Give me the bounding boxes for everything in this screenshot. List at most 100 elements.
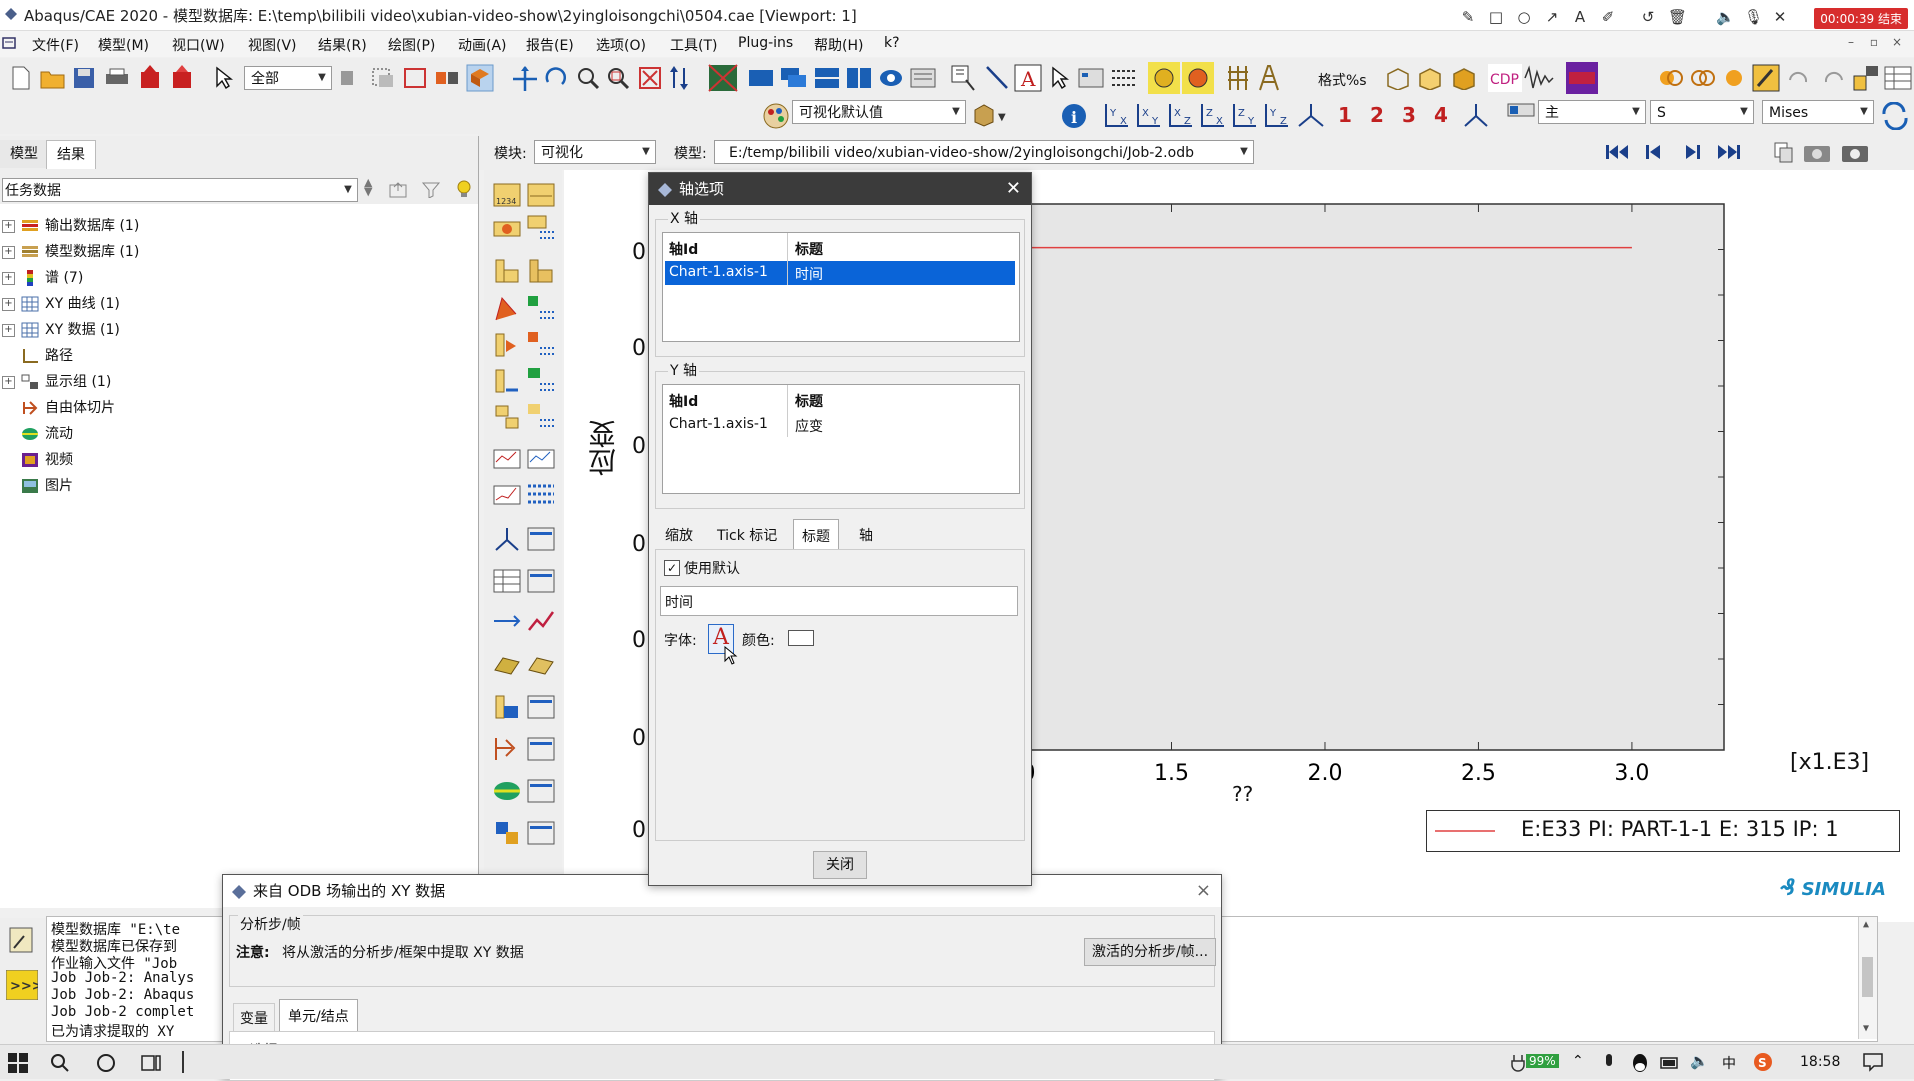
annotation-manager-icon[interactable] [1078, 66, 1104, 90]
viewport-annotation-icon[interactable] [878, 66, 904, 90]
legend-icon[interactable] [910, 66, 936, 90]
trash-icon[interactable]: 🗑 [1668, 9, 1687, 25]
tree-item-streams[interactable]: 流动 [21, 422, 73, 446]
tree-item-xy-curves[interactable]: + XY 曲线 (1) [2, 292, 120, 316]
new-file-icon[interactable] [10, 66, 32, 90]
selection-filter-combo[interactable]: 全部 ▼ [244, 66, 332, 90]
tab-axis[interactable]: 轴 [855, 523, 877, 547]
view-zx-icon[interactable]: XZ [1166, 102, 1196, 130]
menu-view[interactable]: 视图(V) [248, 35, 297, 55]
xy-data-manager-icon[interactable] [526, 366, 556, 396]
view-cut-manager-icon[interactable] [526, 818, 556, 848]
plot-symbols-icon[interactable] [526, 214, 556, 244]
plot-material-orientations-icon[interactable] [492, 256, 522, 286]
battery-percent[interactable]: 99% [1526, 1054, 1559, 1068]
plot-deformed-icon[interactable] [526, 180, 556, 210]
list-options-icon[interactable] [1110, 66, 1138, 90]
primary-variable-combo[interactable]: 主 ▼ [1538, 100, 1646, 124]
viewport-cascade-icon[interactable] [780, 66, 808, 90]
rectangle-icon[interactable]: □ [1488, 9, 1504, 25]
plot-xy-icon[interactable] [492, 480, 522, 510]
message-scrollbar[interactable]: ▲ ▼ [1858, 917, 1877, 1039]
camera-print-icon[interactable] [1840, 140, 1870, 164]
view-xz-icon[interactable]: ZX [1198, 102, 1228, 130]
invariant-combo[interactable]: Mises ▼ [1762, 100, 1874, 124]
view-iso-icon[interactable] [1296, 102, 1326, 130]
animation-options-icon[interactable] [526, 330, 556, 360]
report-table-icon[interactable] [1884, 64, 1912, 92]
plot-stack-options-icon[interactable] [526, 692, 556, 722]
render-style-icon[interactable] [708, 64, 738, 92]
plot-multiple-icon[interactable] [526, 256, 556, 286]
view-zy-icon[interactable]: YZ [1262, 102, 1292, 130]
view-xy-icon[interactable]: YX [1102, 102, 1132, 130]
report-field-output-icon[interactable] [492, 444, 522, 474]
magnify-icon[interactable] [576, 66, 600, 90]
open-folder-icon[interactable] [40, 66, 66, 90]
tree-item-output-database[interactable]: + 输出数据库 (1) [2, 214, 139, 238]
xy-table-icon[interactable] [492, 566, 522, 596]
save-icon[interactable] [72, 66, 96, 90]
path-create-icon[interactable] [492, 402, 522, 432]
variable-combo[interactable]: S ▼ [1650, 100, 1754, 124]
tab-title[interactable]: 标题 [793, 519, 839, 552]
volume-icon[interactable]: 🔈 [1690, 1052, 1709, 1070]
previous-frame-icon[interactable] [1644, 142, 1664, 162]
speaker-icon[interactable]: 🔈 [1716, 9, 1735, 25]
python-shell-icon[interactable]: >>> [6, 970, 38, 1000]
scroll-thumb[interactable] [1862, 957, 1873, 997]
cycle-views-icon[interactable] [668, 66, 690, 90]
select-box-icon[interactable] [370, 66, 396, 90]
menu-animate[interactable]: 动画(A) [458, 35, 507, 55]
selection-options-icon[interactable] [338, 66, 358, 90]
windows-start-icon[interactable] [8, 1053, 28, 1073]
select-pointer-icon[interactable] [214, 66, 234, 90]
xy-options-list-icon[interactable] [526, 480, 556, 510]
view-2-button[interactable]: 2 [1370, 103, 1384, 127]
last-frame-icon[interactable] [1716, 142, 1742, 162]
view-3-button[interactable]: 3 [1402, 103, 1416, 127]
view-triad-icon[interactable] [1462, 102, 1490, 130]
menu-model[interactable]: 模型(M) [98, 35, 149, 55]
path-manager-icon[interactable] [526, 402, 556, 432]
display-body-icon[interactable] [466, 64, 494, 92]
menu-context-help[interactable]: k? [884, 35, 900, 51]
viz-defaults-combo[interactable]: 可视化默认值 ▼ [792, 100, 966, 124]
plot-undeformed-icon[interactable]: 1234 [492, 180, 522, 210]
plot-stack-icon[interactable] [492, 692, 522, 722]
menu-file[interactable]: 文件(F) [32, 35, 79, 55]
circle-icon[interactable]: ○ [1516, 9, 1532, 25]
next-frame-icon[interactable] [1682, 142, 1702, 162]
drag-shape-icon[interactable] [434, 66, 462, 90]
cube-shaded-icon[interactable] [1450, 66, 1476, 90]
tab-results[interactable]: 结果 [46, 140, 96, 169]
tab-scale[interactable]: 缩放 [661, 523, 697, 547]
cortana-icon[interactable] [96, 1053, 116, 1073]
view-manager-icon[interactable] [526, 524, 556, 554]
title-input[interactable]: 时间 [660, 586, 1018, 616]
auto-fit-icon[interactable] [638, 66, 662, 90]
xy-curve-options-icon[interactable] [1256, 64, 1282, 92]
tree-item-movies[interactable]: 视频 [21, 448, 73, 472]
window-minimize-icon[interactable]: – [1848, 35, 1854, 49]
plug-icon[interactable] [1508, 1053, 1528, 1073]
tree-item-display-groups[interactable]: + 显示组 (1) [2, 370, 111, 394]
tree-filter-icon[interactable] [420, 180, 442, 198]
tab-model[interactable]: 模型 [0, 140, 48, 168]
mic-tray-icon[interactable] [1602, 1053, 1616, 1073]
ring-orange-icon[interactable] [1658, 66, 1684, 90]
expand-icon[interactable]: + [2, 297, 15, 311]
rectangle-select-icon[interactable] [402, 66, 428, 90]
close-icon[interactable]: × [1196, 875, 1211, 907]
model-combo[interactable]: E:/temp/bilibili video/xubian-video-show… [714, 140, 1254, 164]
view-yz-icon[interactable]: ZY [1230, 102, 1260, 130]
print-icon[interactable] [104, 66, 130, 90]
menu-help[interactable]: 帮助(H) [814, 35, 863, 55]
camera-icon[interactable] [1802, 140, 1832, 164]
tree-item-model-database[interactable]: + 模型数据库 (1) [2, 240, 139, 264]
cdp-plot-icon[interactable]: CDP [1488, 64, 1522, 92]
superimpose-options-icon[interactable] [1182, 62, 1214, 94]
clock[interactable]: 18:58 [1800, 1054, 1840, 1070]
field-output-icon[interactable] [1506, 102, 1536, 130]
info-icon[interactable]: i [1060, 102, 1088, 130]
